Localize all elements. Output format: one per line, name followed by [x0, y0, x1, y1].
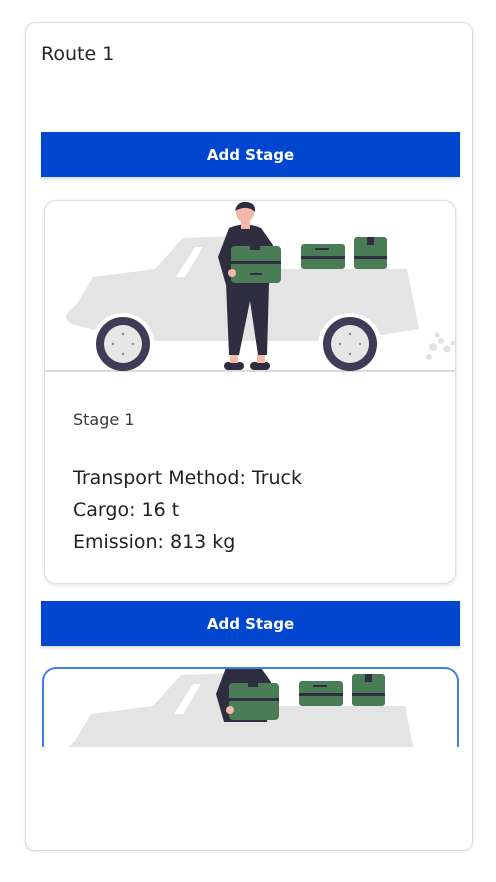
add-stage-button[interactable]: Add Stage	[41, 132, 460, 177]
stage-details: Transport Method: Truck Cargo: 16 t Emis…	[73, 462, 302, 558]
stage-card-selected[interactable]	[42, 667, 459, 747]
add-stage-button[interactable]: Add Stage	[41, 601, 460, 646]
truck-delivery-illustration	[45, 201, 455, 376]
stage-card[interactable]: Stage 1 Transport Method: Truck Cargo: 1…	[44, 200, 456, 584]
truck-delivery-illustration	[68, 669, 414, 747]
transport-method-text: Transport Method: Truck	[73, 467, 303, 489]
emission-text: Emission: 813 kg	[73, 531, 236, 553]
cargo-text: Cargo: 16 t	[73, 499, 180, 521]
stage-label: Stage 1	[73, 410, 135, 429]
route-card: Route 1 Add Stage Stage 1 Transport Meth…	[25, 22, 473, 851]
route-title: Route 1	[41, 43, 115, 65]
